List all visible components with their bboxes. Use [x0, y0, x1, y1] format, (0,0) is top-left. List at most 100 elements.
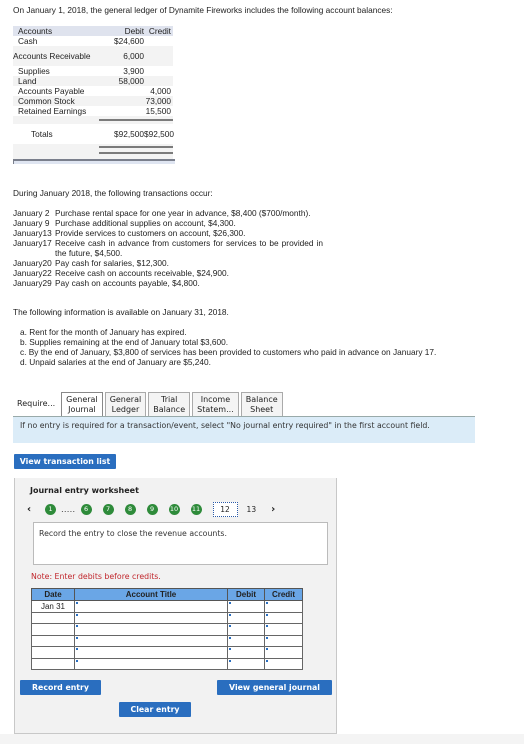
view-transaction-list-button[interactable]: View transaction list: [14, 454, 116, 469]
journal-header-row: Date Account Title Debit Credit: [31, 588, 303, 601]
worksheet-title: Journal entry worksheet: [30, 486, 139, 495]
step-complete-7[interactable]: 7: [102, 503, 114, 515]
date-cell: [31, 623, 75, 636]
journal-entry-worksheet: Journal entry worksheet ‹ 1 ..... 6 7 8 …: [14, 478, 337, 734]
single-rule-row: [13, 116, 173, 124]
input-marker-icon: [229, 636, 231, 639]
account-name: Land: [18, 76, 37, 86]
single-underline: [99, 119, 173, 121]
dropdown-marker-icon: [76, 648, 78, 650]
step-complete-11[interactable]: 11: [190, 503, 202, 515]
header-debit: Debit: [124, 26, 144, 36]
transaction-date: January29: [13, 278, 52, 288]
input-marker-icon: [266, 602, 268, 604]
transaction-date: January 2: [13, 208, 50, 218]
balance-row: Supplies 3,900: [13, 66, 173, 76]
tab-bar: Require... General Journal General Ledger …: [13, 392, 285, 417]
transaction-item: January13 Provide services to customers o…: [13, 228, 323, 238]
dropdown-marker-icon: [76, 625, 78, 627]
tab-label: General: [66, 395, 98, 404]
totals-debit: $92,500: [114, 129, 144, 139]
tab-label: Require...: [17, 399, 56, 408]
account-title-input[interactable]: [74, 646, 228, 659]
step-complete-10[interactable]: 10: [168, 503, 180, 515]
balance-row: Accounts Payable 4,000: [13, 86, 173, 96]
tab-label: Statem...: [197, 405, 234, 414]
transaction-date: January20: [13, 258, 52, 268]
clear-entry-button[interactable]: Clear entry: [119, 702, 191, 717]
step-complete-6[interactable]: 6: [80, 503, 92, 515]
credit-input[interactable]: [264, 600, 303, 613]
account-name: Retained Earnings: [18, 106, 87, 116]
credit-input[interactable]: [264, 623, 303, 636]
tab-general-ledger[interactable]: General Ledger: [104, 392, 147, 417]
step-complete-1[interactable]: 1: [45, 503, 57, 515]
credit-input[interactable]: [264, 646, 303, 659]
tab-trial-balance[interactable]: Trial Balance: [148, 392, 191, 417]
account-name: Accounts Payable: [18, 86, 85, 96]
account-name: Cash: [18, 36, 38, 46]
account-title-input[interactable]: [74, 600, 228, 613]
transaction-desc: Pay cash for salaries, $12,300.: [55, 258, 169, 268]
transaction-item: January 2 Purchase rental space for one y…: [13, 208, 323, 218]
double-underline-top: [99, 146, 173, 148]
account-title-input[interactable]: [74, 611, 228, 624]
transaction-item: January20 Pay cash for salaries, $12,300.: [13, 258, 323, 268]
chevron-left-icon[interactable]: ‹: [27, 504, 31, 515]
debit-input[interactable]: [227, 611, 265, 624]
account-title-input[interactable]: [74, 634, 228, 647]
debit-input[interactable]: [227, 623, 265, 636]
tab-balance-sheet[interactable]: Balance Sheet: [240, 392, 283, 417]
totals-row: Totals $92,500 $92,500: [13, 124, 174, 144]
step-complete-8[interactable]: 8: [124, 503, 136, 515]
info-item: d. Unpaid salaries at the end of January…: [20, 357, 211, 367]
info-item: b. Supplies remaining at the end of Janu…: [20, 337, 229, 347]
transaction-item: January 9 Purchase additional supplies on…: [13, 218, 323, 228]
date-cell: [31, 646, 75, 659]
account-title-input[interactable]: [74, 657, 228, 670]
tab-required[interactable]: Require...: [13, 392, 60, 417]
step-complete-9[interactable]: 9: [146, 503, 158, 515]
transaction-desc: Purchase rental space for one year in ad…: [55, 208, 311, 218]
input-marker-icon: [266, 613, 268, 616]
debit-input[interactable]: [227, 600, 265, 613]
col-debit: Debit: [227, 588, 265, 601]
credit-input[interactable]: [264, 657, 303, 670]
date-cell: [31, 657, 75, 670]
transactions-heading: During January 2018, the following trans…: [13, 188, 213, 198]
col-date: Date: [31, 588, 75, 601]
transaction-desc: Purchase additional supplies on account,…: [55, 218, 236, 228]
step-13[interactable]: 13: [247, 505, 257, 514]
double-underline-bottom: [99, 152, 173, 154]
tab-income-statement[interactable]: Income Statem...: [192, 392, 239, 417]
credit-input[interactable]: [264, 611, 303, 624]
debit-input[interactable]: [227, 657, 265, 670]
debits-note: Note: Enter debits before credits.: [31, 572, 161, 581]
journal-row: [31, 634, 303, 647]
tab-general-journal[interactable]: General Journal: [61, 392, 103, 417]
balance-row: Land 58,000: [13, 76, 173, 86]
record-entry-button[interactable]: Record entry: [20, 680, 101, 695]
dropdown-marker-icon: [76, 613, 78, 616]
journal-row: Jan 31: [31, 600, 303, 613]
account-title-input[interactable]: [74, 623, 228, 636]
credit-input[interactable]: [264, 634, 303, 647]
col-credit: Credit: [264, 588, 303, 601]
transaction-date: January13: [13, 228, 52, 238]
view-general-journal-button[interactable]: View general journal: [217, 680, 332, 695]
input-marker-icon: [266, 659, 268, 662]
debit-input[interactable]: [227, 634, 265, 647]
transaction-desc: Provide services to customers on account…: [55, 228, 246, 238]
dropdown-marker-icon: [76, 602, 78, 604]
step-current-12[interactable]: 12: [212, 501, 238, 517]
info-item: a. Rent for the month of January has exp…: [20, 327, 187, 337]
chevron-right-icon[interactable]: ›: [271, 504, 275, 515]
intro-text: On January 1, 2018, the general ledger o…: [13, 5, 393, 15]
instruction-notice: If no entry is required for a transactio…: [13, 416, 475, 443]
input-marker-icon: [229, 613, 231, 616]
balance-row: Common Stock 73,000: [13, 96, 173, 106]
tab-label: Balance: [153, 405, 186, 414]
debit-input[interactable]: [227, 646, 265, 659]
account-balances-table: Accounts Debit Credit Cash $24,600 Accou…: [13, 26, 174, 163]
transaction-item: January29 Pay cash on accounts payable, $…: [13, 278, 323, 288]
